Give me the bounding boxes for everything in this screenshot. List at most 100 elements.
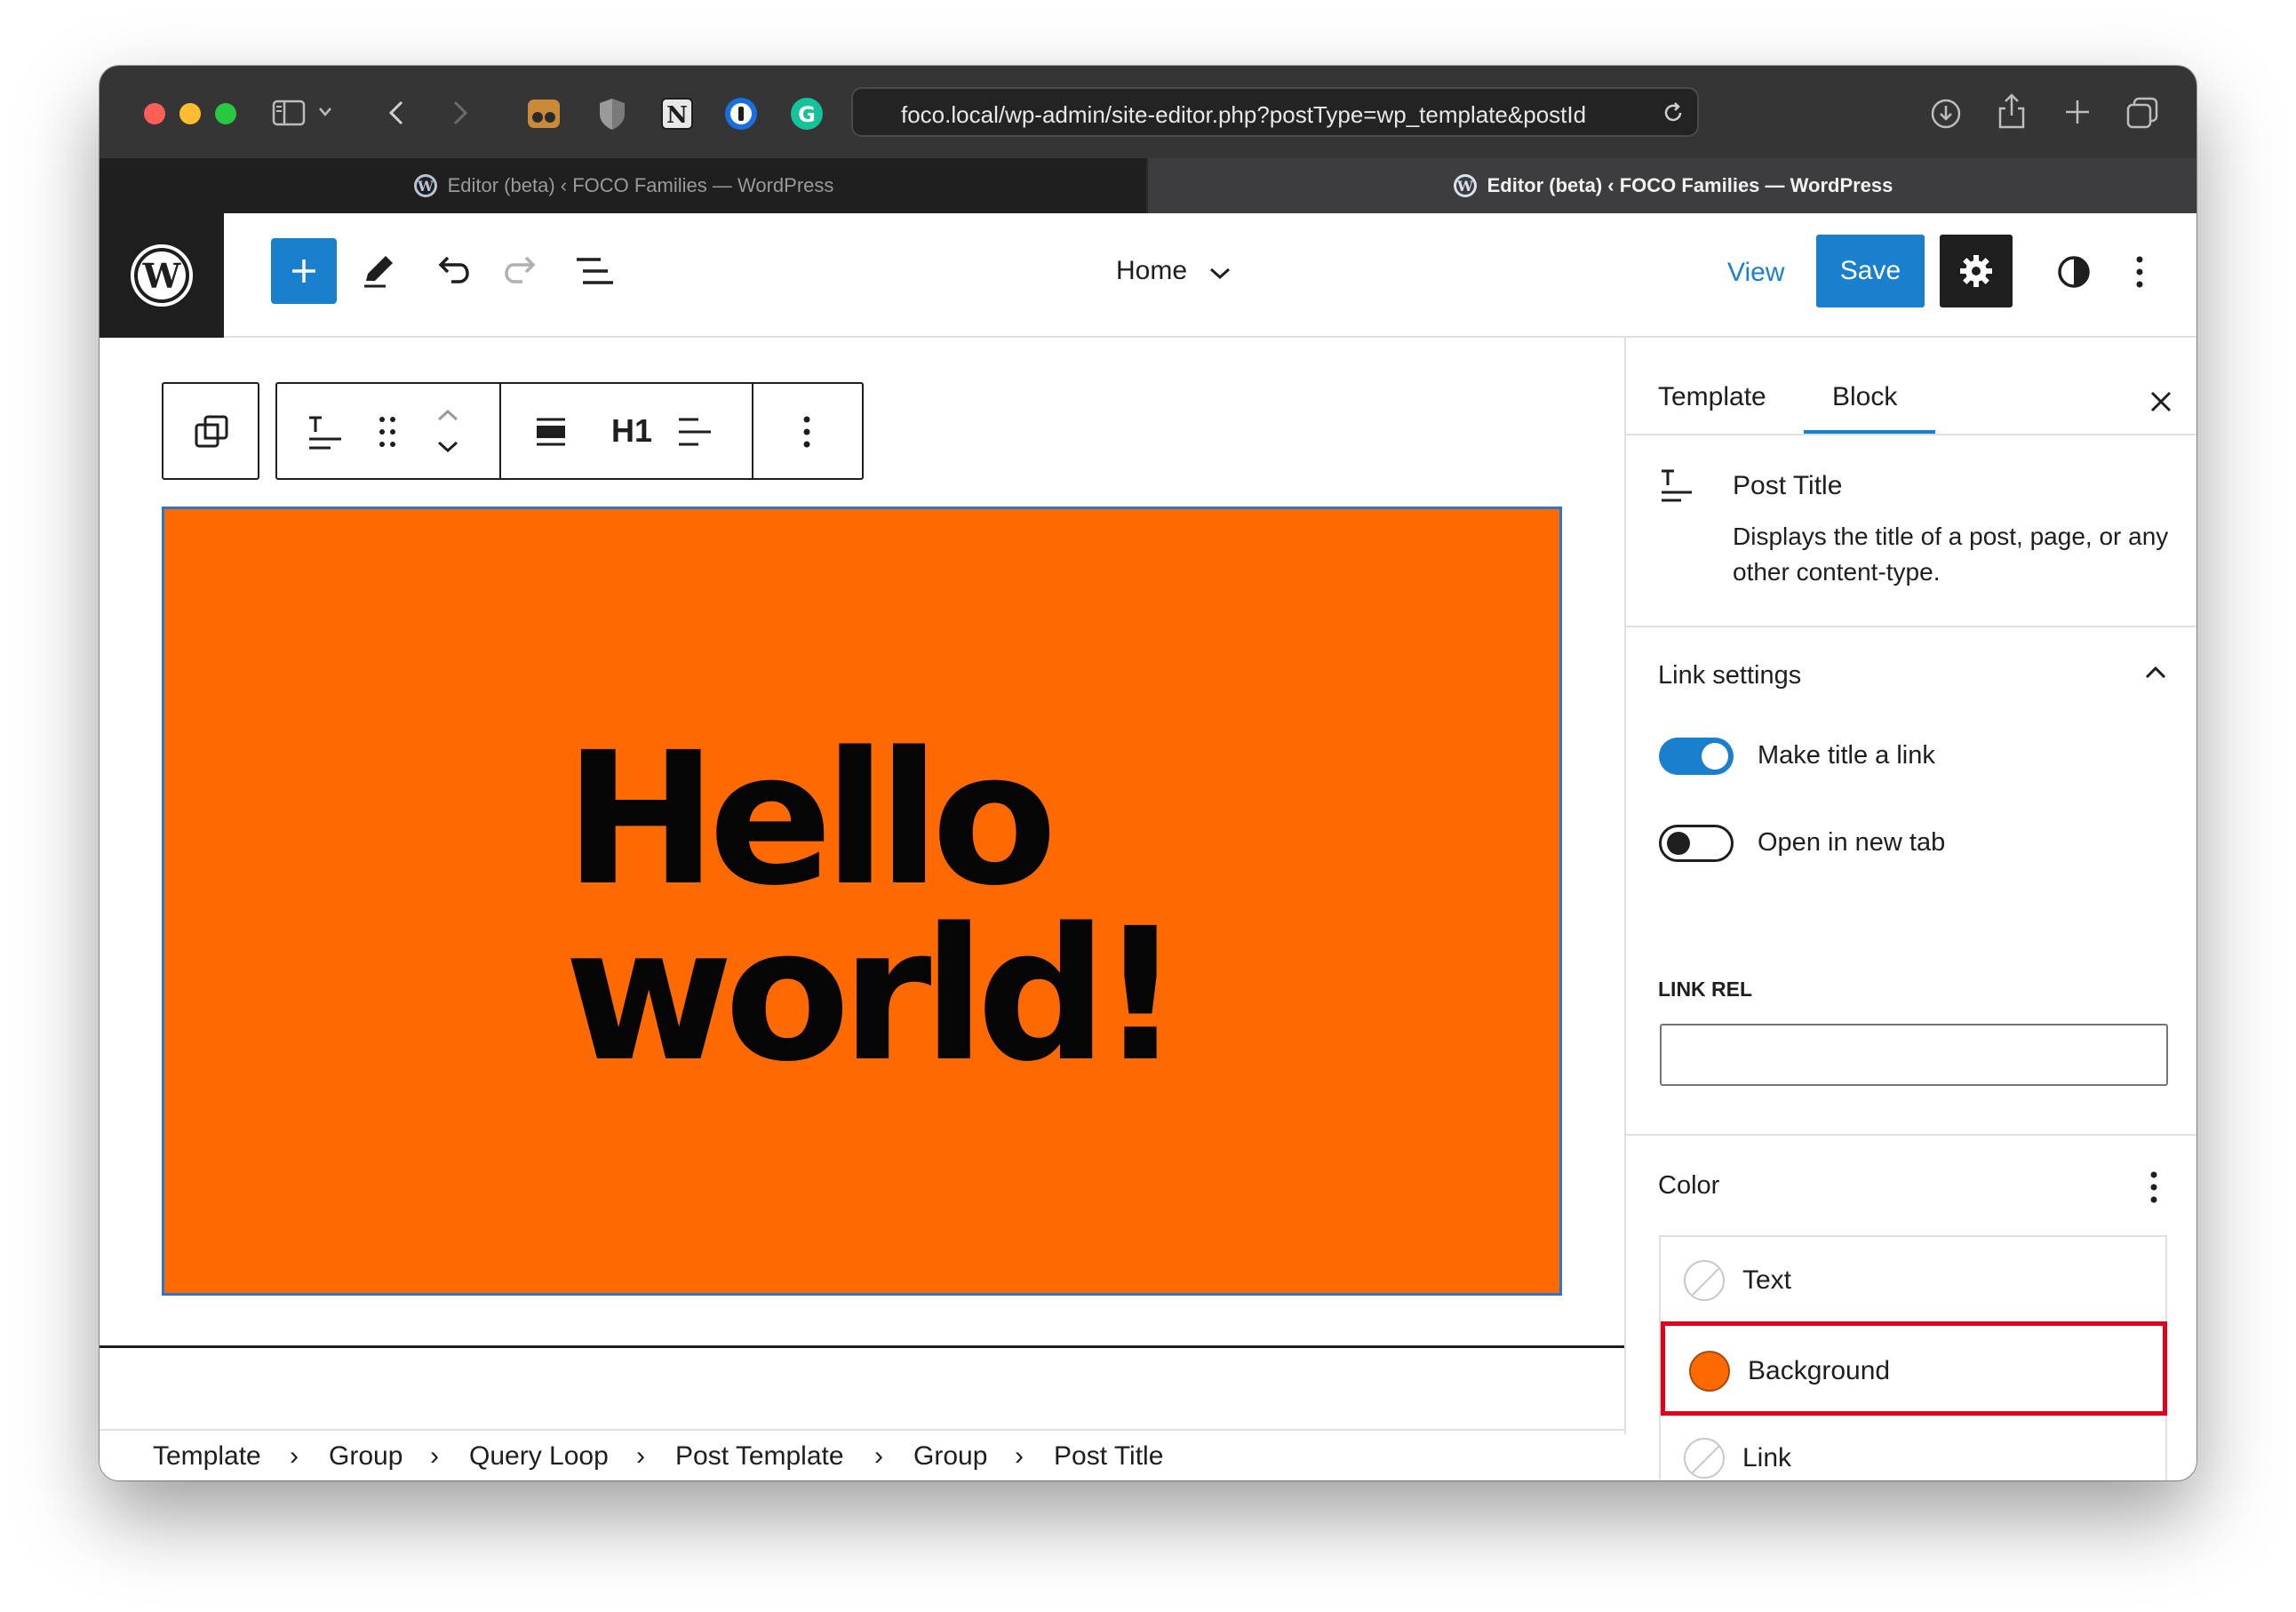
link-rel-input[interactable] xyxy=(1660,1024,2168,1086)
close-icon[interactable] xyxy=(2149,389,2173,414)
browser-window: N G foco.local/wp-admin/site-editor.php?… xyxy=(100,66,2196,1480)
heading-level-button[interactable]: H1 xyxy=(611,412,652,450)
color-item-label: Link xyxy=(1742,1443,1792,1472)
post-title-icon xyxy=(1662,469,1692,502)
text-align-icon[interactable] xyxy=(675,414,714,450)
zoom-window-button[interactable] xyxy=(215,103,236,124)
post-title-line: world! xyxy=(564,889,1182,1102)
link-settings-title[interactable]: Link settings xyxy=(1658,661,1801,690)
extension-glasses-icon[interactable] xyxy=(526,96,562,132)
post-title-line: Hello xyxy=(564,713,1057,926)
svg-text:N: N xyxy=(666,102,688,129)
address-bar[interactable]: foco.local/wp-admin/site-editor.php?post… xyxy=(851,87,1699,137)
drag-handle-icon[interactable] xyxy=(377,414,398,450)
minimize-window-button[interactable] xyxy=(179,103,201,124)
share-icon[interactable] xyxy=(1997,92,2026,130)
make-title-link-toggle[interactable] xyxy=(1659,738,1734,775)
block-description: Displays the title of a post, page, or a… xyxy=(1733,523,2169,586)
wordpress-favicon-icon: W xyxy=(1453,174,1477,197)
chevron-down-icon[interactable] xyxy=(318,107,332,117)
notion-icon[interactable]: N xyxy=(659,96,695,132)
breadcrumb-separator-icon: › xyxy=(290,1441,299,1471)
tab-block[interactable]: Block xyxy=(1832,382,1897,412)
sidebar-divider xyxy=(1626,626,2196,627)
plus-icon xyxy=(292,259,315,283)
breadcrumb-separator-icon: › xyxy=(874,1441,883,1471)
separator-line xyxy=(100,1345,1624,1348)
downloads-icon[interactable] xyxy=(1930,98,1962,130)
breadcrumb-item[interactable]: Post Title xyxy=(1054,1441,1163,1472)
browser-titlebar: N G foco.local/wp-admin/site-editor.php?… xyxy=(100,66,2196,158)
add-block-button[interactable] xyxy=(271,238,337,304)
breadcrumb-item[interactable]: Group xyxy=(329,1441,403,1472)
open-new-tab-toggle[interactable] xyxy=(1659,825,1734,862)
redo-icon[interactable] xyxy=(503,254,542,286)
undo-icon[interactable] xyxy=(432,254,471,286)
post-title-block[interactable]: Hello world! xyxy=(564,713,1364,1102)
settings-sidebar: Template Block Post Title Displays the t… xyxy=(1624,338,2196,1480)
browser-tab-inactive[interactable]: W Editor (beta) ‹ FOCO Families — WordPr… xyxy=(100,158,1146,213)
view-link[interactable]: View xyxy=(1727,258,1784,288)
toolbar-divider xyxy=(752,384,753,478)
kebab-icon[interactable] xyxy=(2149,1169,2159,1205)
reload-icon[interactable] xyxy=(1662,101,1685,124)
forward-icon[interactable] xyxy=(451,100,469,126)
breadcrumb-separator-icon: › xyxy=(430,1441,439,1471)
settings-button[interactable] xyxy=(1940,235,2013,307)
move-down-icon[interactable] xyxy=(435,439,460,455)
post-title-icon[interactable] xyxy=(306,414,345,453)
tab-template[interactable]: Template xyxy=(1658,382,1766,412)
close-window-button[interactable] xyxy=(144,103,165,124)
move-up-icon[interactable] xyxy=(435,407,460,423)
svg-text:W: W xyxy=(417,178,434,195)
toolbar-divider xyxy=(499,384,501,478)
highlight-annotation xyxy=(1661,1321,2167,1416)
wordpress-logo-icon: W xyxy=(131,244,193,307)
group-block[interactable]: Hello world! xyxy=(162,507,1562,1296)
breadcrumb-item[interactable]: Group xyxy=(913,1441,987,1472)
address-bar-url[interactable]: foco.local/wp-admin/site-editor.php?post… xyxy=(901,101,1647,128)
align-icon[interactable] xyxy=(533,414,569,450)
new-tab-icon[interactable] xyxy=(2063,98,2092,126)
site-icon-button[interactable]: W xyxy=(100,213,224,338)
svg-text:W: W xyxy=(142,256,182,296)
breadcrumb-item[interactable]: Post Template xyxy=(675,1441,844,1472)
chevron-down-icon[interactable] xyxy=(1208,267,1232,281)
make-title-link-label: Make title a link xyxy=(1758,741,1935,770)
chevron-up-icon[interactable] xyxy=(2143,665,2168,681)
browser-tab-active[interactable]: W Editor (beta) ‹ FOCO Families — WordPr… xyxy=(1148,158,2196,213)
sidebar-toggle-icon[interactable] xyxy=(272,100,306,126)
template-selector[interactable]: Home xyxy=(1116,256,1187,286)
wordpress-favicon-icon: W xyxy=(413,174,437,197)
pencil-icon[interactable] xyxy=(359,251,398,290)
browser-tab-title: Editor (beta) ‹ FOCO Families — WordPres… xyxy=(1487,174,1893,196)
color-item-text[interactable]: Text xyxy=(1661,1237,2165,1326)
browser-tab-bar: W Editor (beta) ‹ FOCO Families — WordPr… xyxy=(100,158,2196,213)
link-rel-label: LINK REL xyxy=(1658,978,1753,1001)
contrast-icon[interactable] xyxy=(2056,254,2092,290)
select-parent-button[interactable] xyxy=(162,382,259,480)
empty-swatch-icon xyxy=(1684,1260,1725,1301)
breadcrumb-separator-icon: › xyxy=(636,1441,645,1471)
privacy-shield-icon[interactable] xyxy=(597,96,627,132)
breadcrumb: Template › Group › Query Loop › Post Tem… xyxy=(100,1429,1624,1480)
color-item-link[interactable]: Link xyxy=(1661,1415,2165,1480)
svg-text:G: G xyxy=(798,102,816,127)
grammarly-icon[interactable]: G xyxy=(789,96,825,132)
breadcrumb-item[interactable]: Template xyxy=(153,1441,261,1472)
password-manager-icon[interactable] xyxy=(723,96,759,132)
sidebar-divider xyxy=(1626,434,2196,435)
save-button[interactable]: Save xyxy=(1816,235,1925,307)
kebab-icon[interactable] xyxy=(2134,254,2145,290)
empty-swatch-icon xyxy=(1684,1438,1725,1479)
kebab-icon[interactable] xyxy=(801,414,812,450)
back-icon[interactable] xyxy=(387,100,405,126)
transform-icon xyxy=(195,415,228,448)
tab-overview-icon[interactable] xyxy=(2125,96,2159,130)
breadcrumb-item[interactable]: Query Loop xyxy=(469,1441,609,1472)
gear-icon xyxy=(1960,255,1992,287)
color-item-label: Text xyxy=(1742,1265,1792,1295)
list-view-icon[interactable] xyxy=(574,254,615,288)
open-new-tab-label: Open in new tab xyxy=(1758,828,1946,857)
browser-tab-title: Editor (beta) ‹ FOCO Families — WordPres… xyxy=(447,174,834,196)
